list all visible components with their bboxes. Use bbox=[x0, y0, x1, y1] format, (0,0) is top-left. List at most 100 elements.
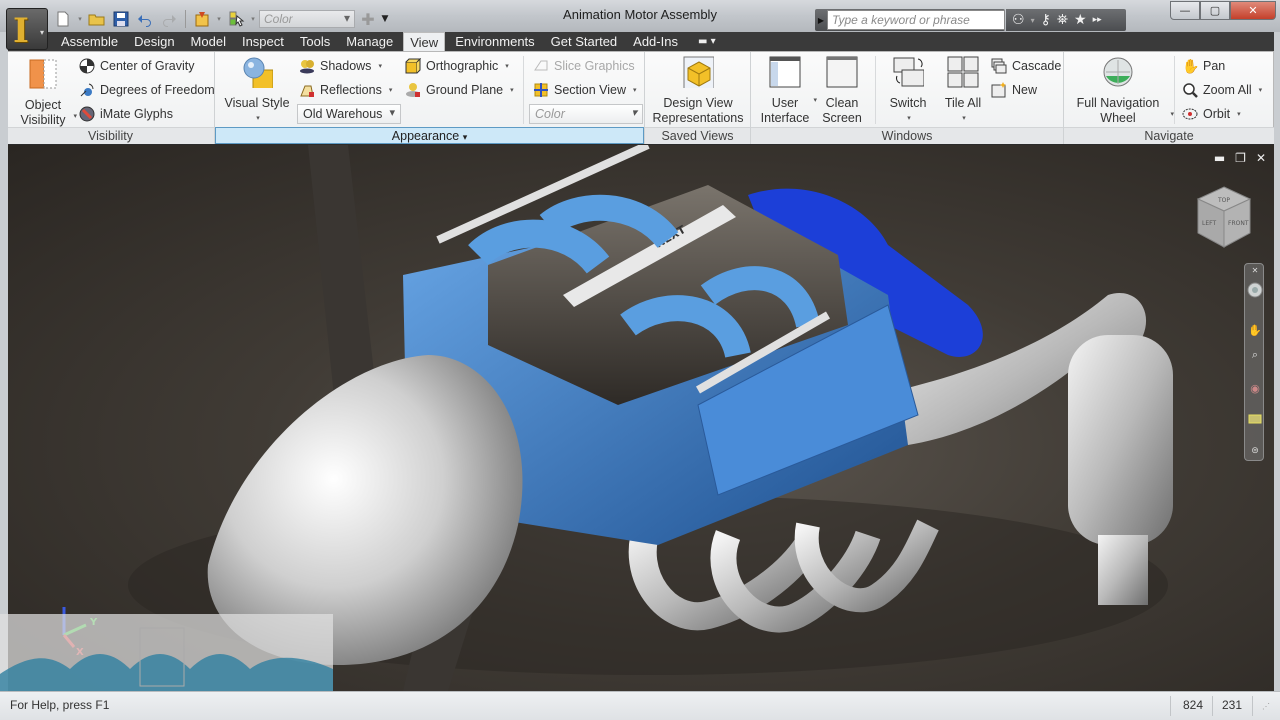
color-combo[interactable]: Color bbox=[529, 104, 643, 124]
navbar-customize-icon[interactable]: ⊜ bbox=[1247, 446, 1263, 456]
tab-manage[interactable]: Manage bbox=[340, 32, 399, 51]
close-button[interactable]: ✕ bbox=[1230, 1, 1276, 20]
pan-hand-icon[interactable]: ✋ bbox=[1247, 324, 1263, 337]
pan-button[interactable]: ✋ Pan bbox=[1182, 56, 1225, 76]
redo-icon bbox=[163, 15, 176, 27]
customize-qat-dropdown[interactable]: ▼ bbox=[381, 14, 389, 24]
chevron-down-icon: ▾ bbox=[388, 87, 393, 94]
clean-screen-button[interactable]: Clean Screen bbox=[817, 56, 867, 126]
panel-title-appearance[interactable]: Appearance ▾ bbox=[215, 127, 644, 144]
restore-button[interactable]: ▢ bbox=[1200, 1, 1230, 20]
tile-all-button[interactable]: Tile All ▾ bbox=[937, 56, 989, 126]
visual-style-button[interactable]: Visual Style ▾ bbox=[219, 56, 295, 126]
section-view-button[interactable]: Section View ▾ bbox=[533, 80, 637, 100]
tab-view[interactable]: View bbox=[403, 32, 446, 51]
tab-tools[interactable]: Tools bbox=[294, 32, 336, 51]
degrees-of-freedom-button[interactable]: Degrees of Freedom bbox=[79, 80, 215, 100]
orbit-button[interactable]: Orbit ▾ bbox=[1182, 104, 1241, 124]
design-view-label-2: Representations bbox=[652, 111, 744, 125]
tab-assemble[interactable]: Assemble bbox=[55, 32, 124, 51]
select-dropdown[interactable]: ▾ bbox=[249, 15, 257, 23]
switch-label: Switch bbox=[889, 96, 927, 110]
more-icon[interactable]: ▸▸ bbox=[1093, 15, 1102, 25]
pan-hand-icon: ✋ bbox=[1182, 58, 1200, 74]
viewcube[interactable]: TOP LEFT FRONT bbox=[1196, 185, 1252, 249]
qat-plus-button[interactable]: ✚ bbox=[357, 9, 379, 29]
cascade-button[interactable]: Cascade bbox=[991, 56, 1061, 76]
tab-inspect[interactable]: Inspect bbox=[236, 32, 290, 51]
open-button[interactable] bbox=[86, 9, 108, 29]
viewport-restore-button[interactable]: ❐ bbox=[1235, 151, 1246, 165]
switch-button[interactable]: Switch ▾ bbox=[881, 56, 935, 126]
inventor-logo-icon: I bbox=[13, 11, 29, 51]
imate-glyphs-button[interactable]: iMate Glyphs bbox=[79, 104, 173, 124]
viewport-minimize-button[interactable]: ▬ bbox=[1214, 151, 1225, 165]
steering-wheel-icon[interactable] bbox=[1247, 282, 1263, 301]
panel-title-visibility[interactable]: Visibility bbox=[7, 127, 214, 144]
shadows-button[interactable]: Shadows ▾ bbox=[299, 56, 382, 76]
reflections-button[interactable]: Reflections ▾ bbox=[299, 80, 392, 100]
infocenter-search-input[interactable]: Type a keyword or phrase bbox=[827, 10, 1005, 30]
status-separator bbox=[1252, 696, 1253, 716]
update-dropdown[interactable]: ▾ bbox=[215, 15, 223, 23]
zoom-all-button[interactable]: Zoom All ▾ bbox=[1182, 80, 1262, 100]
object-visibility-icon bbox=[29, 59, 57, 89]
redo-button[interactable] bbox=[158, 9, 180, 29]
navbar-close-icon[interactable]: ✕ bbox=[1247, 266, 1263, 275]
tab-get-started[interactable]: Get Started bbox=[545, 32, 623, 51]
viewport-close-button[interactable]: ✕ bbox=[1256, 151, 1266, 165]
infocenter-expander[interactable]: ▶ bbox=[815, 16, 827, 25]
graphics-viewport[interactable]: NEXT ▬ ❐ ✕ TOP LEFT FRONT ✕ ✋ ⌕ ◉ ⊜ bbox=[8, 145, 1274, 691]
select-button[interactable] bbox=[225, 9, 247, 29]
orthographic-button[interactable]: Orthographic ▾ bbox=[405, 56, 509, 76]
star-icon[interactable]: ★ bbox=[1074, 12, 1087, 28]
save-button[interactable] bbox=[110, 9, 132, 29]
minimize-button[interactable]: — bbox=[1170, 1, 1200, 20]
user-interface-label-1: User bbox=[771, 96, 799, 110]
panel-navigate: Full Navigation Wheel ▾ ✋ Pan Zoom All ▾ … bbox=[1064, 52, 1274, 144]
new-file-icon bbox=[57, 11, 69, 27]
engine-model[interactable]: NEXT bbox=[8, 145, 1274, 691]
tab-add-ins[interactable]: Add-Ins bbox=[627, 32, 684, 51]
ground-plane-button[interactable]: Ground Plane ▾ bbox=[405, 80, 514, 100]
key-icon[interactable]: ⚷ bbox=[1041, 12, 1051, 28]
look-at-icon[interactable] bbox=[1247, 414, 1263, 427]
center-of-gravity-button[interactable]: Center of Gravity bbox=[79, 56, 194, 76]
ribbon-tabs: Assemble Design Model Inspect Tools Mana… bbox=[55, 32, 716, 51]
full-navigation-wheel-button[interactable]: Full Navigation Wheel ▾ bbox=[1068, 56, 1174, 126]
orbit-icon[interactable]: ◉ bbox=[1247, 382, 1263, 395]
color-override-combo[interactable]: Color bbox=[259, 10, 355, 28]
chevron-down-icon: ▾ bbox=[256, 115, 260, 122]
tile-all-icon bbox=[947, 56, 979, 88]
update-button[interactable] bbox=[191, 9, 213, 29]
panel-title-saved-views[interactable]: Saved Views bbox=[645, 127, 750, 144]
zoom-icon[interactable]: ⌕ bbox=[1247, 348, 1263, 362]
satellite-icon[interactable]: ⛯ bbox=[1057, 12, 1068, 28]
panel-title-navigate[interactable]: Navigate bbox=[1064, 127, 1274, 144]
muffler-outlet bbox=[1098, 535, 1148, 605]
panel-title-windows[interactable]: Windows bbox=[751, 127, 1063, 144]
new-file-dropdown[interactable]: ▾ bbox=[76, 15, 84, 23]
application-menu-button[interactable]: I ▾ bbox=[6, 8, 48, 51]
window-frame-right bbox=[1274, 32, 1280, 720]
tab-environments[interactable]: Environments bbox=[449, 32, 540, 51]
slice-graphics-button[interactable]: Slice Graphics bbox=[533, 56, 635, 76]
search-dropdown[interactable]: ▾ bbox=[1031, 16, 1035, 25]
infocenter-tools: ⚇ ▾ ⚷ ⛯ ★ ▸▸ bbox=[1006, 9, 1126, 31]
new-file-button[interactable] bbox=[52, 9, 74, 29]
design-view-label-1: Design View bbox=[663, 96, 733, 110]
tab-design[interactable]: Design bbox=[128, 32, 180, 51]
tab-model[interactable]: Model bbox=[185, 32, 232, 51]
full-nav-wheel-label-2: Wheel bbox=[1100, 111, 1136, 125]
design-view-icon bbox=[683, 56, 715, 90]
lighting-style-combo[interactable]: Old Warehous bbox=[297, 104, 401, 124]
resize-grip[interactable]: ⋰ bbox=[1262, 702, 1270, 711]
save-icon bbox=[113, 11, 129, 27]
user-interface-button[interactable]: User Interface ▾ bbox=[757, 56, 817, 126]
ribbon-minimize-toggle[interactable]: ▬ ▾ bbox=[698, 32, 716, 51]
object-visibility-button[interactable]: Object Visibility ▾ bbox=[15, 58, 77, 128]
binoculars-icon[interactable]: ⚇ bbox=[1012, 12, 1025, 28]
design-view-representations-button[interactable]: Design View Representations bbox=[649, 56, 747, 126]
new-window-button[interactable]: New bbox=[991, 80, 1037, 100]
undo-button[interactable] bbox=[134, 9, 156, 29]
